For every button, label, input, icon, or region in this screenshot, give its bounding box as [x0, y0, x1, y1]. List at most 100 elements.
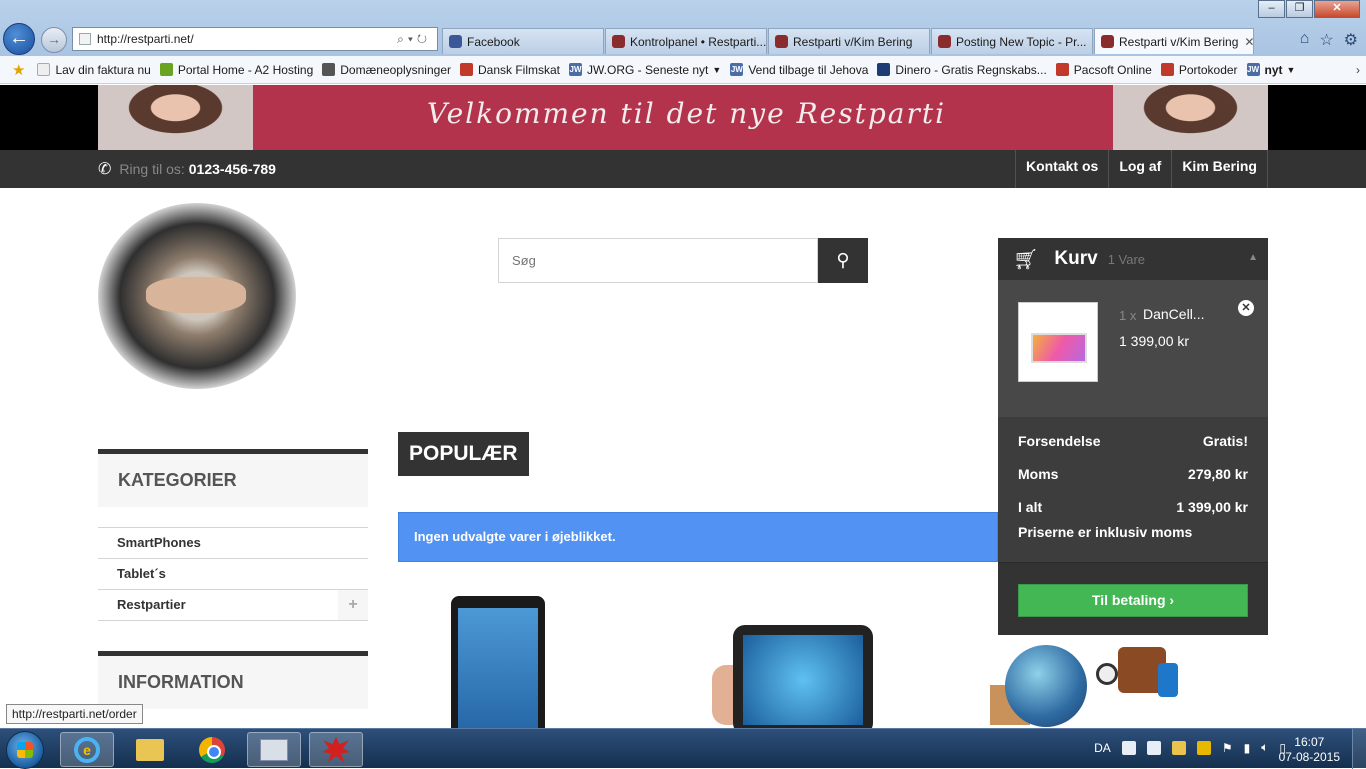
volume-icon[interactable]: 🔈︎ — [1261, 740, 1268, 755]
category-restpartier[interactable]: Restpartier + — [98, 590, 368, 621]
tablet-image[interactable] — [733, 625, 873, 728]
tab-popular[interactable]: POPULÆR — [398, 432, 529, 476]
gear-icon[interactable]: ⚙ — [1344, 30, 1358, 50]
cart-item-thumbnail[interactable] — [1018, 302, 1098, 382]
search-input[interactable] — [498, 238, 818, 283]
flag-icon[interactable]: ⚑ — [1222, 741, 1233, 755]
internet-explorer-icon: e — [74, 736, 100, 763]
favorites-star-icon[interactable]: ☆ — [1319, 30, 1333, 50]
account-link[interactable]: Kim Bering — [1171, 150, 1268, 188]
tab-kontrolpanel[interactable]: Kontrolpanel • Restparti... — [605, 28, 767, 54]
cart-totals: Forsendelse Gratis! Moms 279,80 kr I alt… — [998, 417, 1268, 563]
a2-icon — [159, 63, 173, 76]
categories-list: SmartPhones Tablet´s Restpartier + — [98, 527, 368, 621]
chevron-right-icon[interactable]: › — [1356, 63, 1360, 77]
shipping-label: Forsendelse — [1018, 433, 1101, 449]
contact-link[interactable]: Kontakt os — [1014, 150, 1108, 188]
vat-value: 279,80 kr — [1188, 466, 1248, 482]
forward-button[interactable]: → — [41, 27, 67, 53]
smartphone-image[interactable] — [451, 596, 545, 728]
vat-label: Moms — [1018, 466, 1059, 482]
windows-icon[interactable] — [1121, 740, 1136, 755]
favorite-dinero[interactable]: Dinero - Gratis Regnskabs... — [877, 63, 1047, 77]
category-smartphones[interactable]: SmartPhones — [98, 528, 368, 559]
total-label: I alt — [1018, 499, 1043, 515]
printer-icon[interactable] — [1146, 740, 1161, 755]
site-banner[interactable]: Velkommen til det nye Restparti — [98, 85, 1268, 150]
taskbar-app[interactable] — [309, 732, 363, 767]
tab-close-icon[interactable]: ✕ — [1244, 35, 1253, 49]
vat-row: Moms 279,80 kr — [1018, 466, 1248, 499]
chevron-up-icon[interactable]: ▲ — [1248, 252, 1258, 263]
address-bar[interactable]: http://restparti.net/ ⌕▾↻ — [72, 27, 438, 51]
search-bar: ⚲ — [498, 238, 868, 283]
close-window-button[interactable]: ✕ — [1314, 0, 1360, 18]
cart-header[interactable]: 🛒︎ Kurv 1 Vare ▲ — [998, 238, 1268, 280]
back-button[interactable]: ← — [3, 23, 35, 55]
globe-image[interactable] — [1005, 645, 1087, 727]
search-button[interactable]: ⚲ — [818, 238, 868, 283]
taskbar-chrome[interactable] — [185, 732, 239, 767]
favorite-nyt[interactable]: JW nyt ▼ — [1246, 62, 1296, 77]
splat-icon — [322, 736, 350, 763]
tab-restparti-active[interactable]: Restparti v/Kim Bering ✕ — [1094, 28, 1254, 54]
no-products-alert: Ingen udvalgte varer i øjeblikket. — [398, 512, 998, 562]
taskbar-internet-explorer[interactable]: e — [60, 732, 114, 767]
film-icon — [460, 63, 473, 76]
chevron-down-icon[interactable]: ▼ — [712, 65, 721, 75]
favorite-portokoder[interactable]: Portokoder — [1160, 63, 1238, 77]
minimize-button[interactable]: – — [1258, 0, 1285, 18]
tab-posting-topic[interactable]: Posting New Topic - Pr... — [931, 28, 1093, 54]
site-logo[interactable] — [98, 203, 296, 389]
shipping-row: Forsendelse Gratis! — [1018, 433, 1248, 466]
home-icon[interactable]: ⌂ — [1300, 30, 1310, 50]
cart-item-name[interactable]: DanCell... — [1143, 306, 1204, 322]
information-block: INFORMATION — [98, 651, 368, 709]
favorite-label: nyt — [1264, 62, 1283, 77]
browser-toolbar-icons: ⌂ ☆ ⚙ — [1300, 30, 1358, 50]
address-url[interactable]: http://restparti.net/ — [97, 32, 397, 46]
favorite-jw-org[interactable]: JW JW.ORG - Seneste nyt ▼ — [569, 63, 721, 77]
information-title: INFORMATION — [98, 651, 368, 709]
favorite-lav-din-faktura[interactable]: Lav din faktura nu — [37, 63, 151, 77]
folder-icon[interactable] — [1171, 740, 1186, 755]
cart-count: 1 Vare — [1107, 251, 1146, 267]
site-favicon-icon — [938, 35, 951, 48]
post-icon — [1160, 63, 1174, 76]
windows-taskbar: e DA ⚑ ▮ 🔈︎ ▯ 16:07 07-08-2015 — [0, 728, 1366, 769]
language-indicator[interactable]: DA — [1094, 741, 1111, 755]
category-tablets[interactable]: Tablet´s — [98, 559, 368, 590]
chevron-down-icon[interactable]: ▼ — [1287, 65, 1296, 75]
favorite-dansk-filmskat[interactable]: Dansk Filmskat — [460, 63, 560, 77]
favorite-vend-tilbage[interactable]: JW Vend tilbage til Jehova — [730, 63, 868, 77]
tab-facebook[interactable]: Facebook — [442, 28, 604, 54]
search-refresh-icon[interactable]: ⌕▾↻ — [397, 32, 437, 47]
logout-link[interactable]: Log af — [1108, 150, 1171, 188]
tab-label: Restparti v/Kim Bering — [793, 34, 913, 49]
favorite-pacsoft[interactable]: Pacsoft Online — [1055, 63, 1152, 77]
show-desktop-button[interactable] — [1352, 729, 1366, 769]
top-nav: ✆ Ring til os: 0123-456-789 Kontakt os L… — [0, 150, 1366, 188]
page-favicon-icon — [79, 33, 91, 45]
taskbar-explorer[interactable] — [123, 732, 177, 767]
category-label: SmartPhones — [117, 535, 201, 550]
tab-restparti[interactable]: Restparti v/Kim Bering — [768, 28, 930, 54]
remove-item-icon[interactable]: ✕ — [1238, 300, 1254, 316]
favorites-star-icon[interactable]: ★ — [12, 61, 25, 79]
expand-plus-icon[interactable]: + — [338, 590, 368, 620]
banner-model-image — [1113, 85, 1268, 150]
signal-icon[interactable]: ▮ — [1244, 741, 1251, 755]
facebook-icon — [449, 35, 462, 48]
window-controls: – ❐ ✕ — [1257, 0, 1360, 18]
clock[interactable]: 16:07 07-08-2015 — [1279, 735, 1340, 765]
shield-icon[interactable] — [1196, 740, 1211, 755]
maximize-button[interactable]: ❐ — [1286, 0, 1313, 18]
system-tray: DA ⚑ ▮ 🔈︎ ▯ — [1094, 740, 1286, 755]
favorite-a2-hosting[interactable]: Portal Home - A2 Hosting — [159, 63, 313, 77]
taskbar-control-panel[interactable] — [247, 732, 301, 767]
favorite-domaeneoplysninger[interactable]: Domæneoplysninger — [322, 63, 451, 77]
favorite-label: JW.ORG - Seneste nyt — [587, 62, 709, 77]
checkout-button[interactable]: Til betaling › — [1018, 584, 1248, 617]
cart-item: 1 x DanCell... 1 399,00 kr ✕ — [998, 280, 1268, 417]
start-button[interactable] — [6, 731, 44, 769]
